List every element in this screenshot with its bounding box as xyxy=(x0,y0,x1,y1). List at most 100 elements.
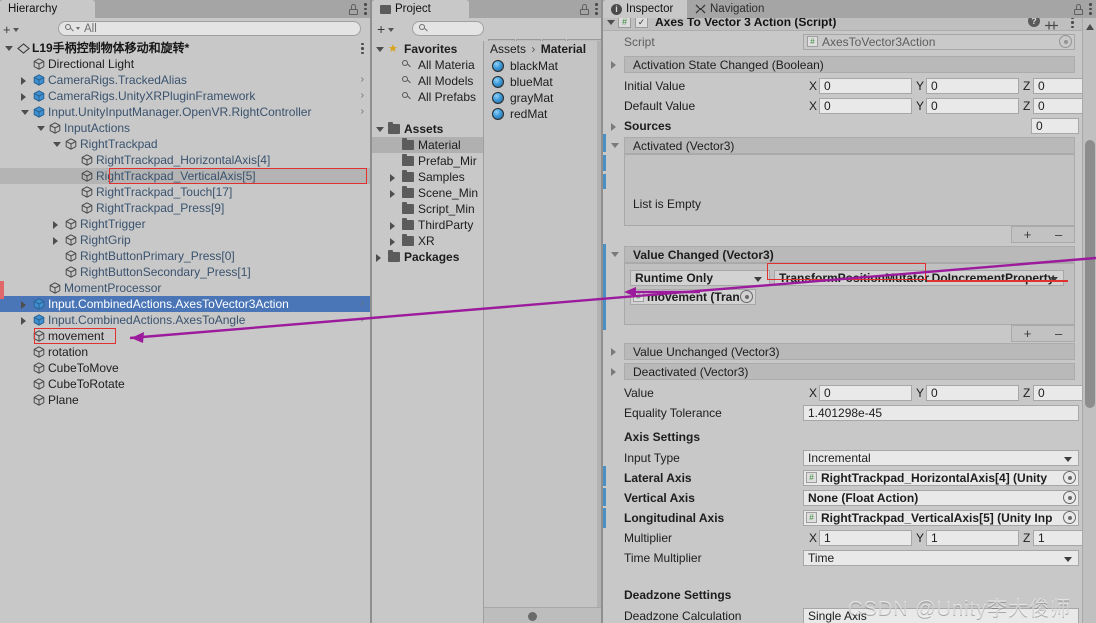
chevron-right-icon[interactable] xyxy=(611,123,616,131)
value-changed-target-field[interactable]: # movement (Tran xyxy=(630,289,756,305)
kebab-menu-icon[interactable] xyxy=(595,3,598,16)
breadcrumb-root[interactable]: Assets xyxy=(490,42,526,56)
project-tree-item-packages[interactable]: Packages xyxy=(372,249,483,265)
section-activation-state-changed[interactable]: Activation State Changed (Boolean) xyxy=(624,56,1075,73)
project-tree-item-all-models[interactable]: All Models xyxy=(372,73,483,89)
hierarchy-item-movement[interactable]: movement xyxy=(0,328,370,344)
value-changed-entry[interactable]: Runtime Only TransformPositionMutator.Do… xyxy=(624,263,1075,325)
default-value-z-input[interactable]: 0 xyxy=(1033,98,1082,114)
hierarchy-item-righttrackpad-verticalaxis-5[interactable]: RightTrackpad_VerticalAxis[5] xyxy=(0,168,370,184)
hierarchy-item-momentprocessor[interactable]: MomentProcessor xyxy=(0,280,370,296)
project-tree-item-thirdparty[interactable]: ThirdParty xyxy=(372,217,483,233)
hierarchy-item-rightgrip[interactable]: RightGrip xyxy=(0,232,370,248)
value-z-input[interactable]: 0 xyxy=(1033,385,1082,401)
default-value-y-input[interactable]: 0 xyxy=(926,98,1019,114)
hierarchy-item-righttrackpad-press-9[interactable]: RightTrackpad_Press[9] xyxy=(0,200,370,216)
section-value-changed[interactable]: Value Changed (Vector3) xyxy=(624,246,1075,263)
chevron-down-icon[interactable] xyxy=(21,110,29,115)
value-changed-add-button[interactable]: + xyxy=(1024,326,1032,341)
activated-add-button[interactable]: + xyxy=(1024,227,1032,242)
help-icon[interactable]: ? xyxy=(1028,18,1040,27)
value-changed-method-dropdown[interactable]: TransformPositionMutator.DoIncrementProp… xyxy=(774,270,1064,286)
project-tree-item-favorites[interactable]: ★ Favorites xyxy=(372,41,483,57)
asset-item-blackmat[interactable]: blackMat xyxy=(484,58,602,74)
project-tree-item-scene-min[interactable]: Scene_Min xyxy=(372,185,483,201)
tab-hierarchy[interactable]: Hierarchy xyxy=(0,0,95,18)
project-tree-item-material[interactable]: Material xyxy=(372,137,483,153)
prefab-open-chevron-icon[interactable]: › xyxy=(361,107,364,117)
lateral-axis-field[interactable]: # RightTrackpad_HorizontalAxis[4] (Unity xyxy=(803,470,1079,486)
hierarchy-item-inputactions[interactable]: InputActions xyxy=(0,120,370,136)
sources-count-input[interactable]: 0 xyxy=(1031,118,1079,134)
activated-list-box[interactable]: List is Empty xyxy=(624,154,1075,226)
sources-row[interactable]: Sources 0 xyxy=(603,116,1082,136)
initial-value-y-input[interactable]: 0 xyxy=(926,78,1019,94)
kebab-menu-icon[interactable] xyxy=(1089,3,1092,16)
project-search-input[interactable] xyxy=(412,21,484,36)
value-x-input[interactable]: 0 xyxy=(819,385,912,401)
prefab-open-chevron-icon[interactable]: › xyxy=(361,299,364,309)
project-tree-item-xr[interactable]: XR xyxy=(372,233,483,249)
equality-tolerance-input[interactable]: 1.401298e-45 xyxy=(803,405,1079,421)
value-changed-remove-button[interactable]: – xyxy=(1055,326,1062,341)
hierarchy-item-rotation[interactable]: rotation xyxy=(0,344,370,360)
hierarchy-search-input[interactable]: All xyxy=(58,21,361,36)
hierarchy-item-cubetomove[interactable]: CubeToMove xyxy=(0,360,370,376)
longitudinal-axis-field[interactable]: # RightTrackpad_VerticalAxis[5] (Unity I… xyxy=(803,510,1079,526)
project-tree-item-prefab-mir[interactable]: Prefab_Mir xyxy=(372,153,483,169)
chevron-right-icon[interactable] xyxy=(390,190,395,198)
hierarchy-item-righttrackpad-touch-17[interactable]: RightTrackpad_Touch[17] xyxy=(0,184,370,200)
object-picker-icon[interactable] xyxy=(1063,491,1076,504)
hierarchy-item-righttrackpad[interactable]: RightTrackpad xyxy=(0,136,370,152)
vertical-axis-field[interactable]: None (Float Action) xyxy=(803,490,1079,506)
activated-remove-button[interactable]: – xyxy=(1055,227,1062,242)
asset-item-redmat[interactable]: redMat xyxy=(484,106,602,122)
chevron-down-icon[interactable] xyxy=(611,252,619,257)
project-tree-item-samples[interactable]: Samples xyxy=(372,169,483,185)
value-changed-mode-dropdown[interactable]: Runtime Only xyxy=(630,270,770,286)
object-picker-icon[interactable] xyxy=(1059,35,1072,48)
chevron-right-icon[interactable] xyxy=(376,254,381,262)
project-create-button[interactable]: + xyxy=(377,22,395,36)
object-picker-icon[interactable] xyxy=(1063,511,1076,524)
scroll-up-arrow-icon[interactable] xyxy=(1085,20,1095,30)
chevron-right-icon[interactable] xyxy=(21,77,26,85)
chevron-right-icon[interactable] xyxy=(53,237,58,245)
chevron-right-icon[interactable] xyxy=(611,61,616,69)
chevron-down-icon[interactable] xyxy=(376,127,384,132)
hierarchy-item-l19[interactable]: L19手柄控制物体移动和旋转* xyxy=(0,40,370,56)
default-value-x-input[interactable]: 0 xyxy=(819,98,912,114)
inspector-scrollbar[interactable] xyxy=(1082,18,1096,623)
object-picker-icon[interactable] xyxy=(1063,471,1076,484)
scene-menu-icon[interactable] xyxy=(361,42,364,55)
hierarchy-item-input-combinedactions-axestoangle[interactable]: Input.CombinedActions.AxesToAngle › xyxy=(0,312,370,328)
multiplier-z-input[interactable]: 1 xyxy=(1033,530,1082,546)
chevron-right-icon[interactable] xyxy=(390,222,395,230)
lock-icon[interactable] xyxy=(349,3,358,15)
hierarchy-item-rightbuttonsecondary-press-1[interactable]: RightButtonSecondary_Press[1] xyxy=(0,264,370,280)
hierarchy-item-camerarigs-unityxrpluginframework[interactable]: CameraRigs.UnityXRPluginFramework › xyxy=(0,88,370,104)
chevron-down-icon[interactable] xyxy=(607,20,615,25)
prefab-open-chevron-icon[interactable]: › xyxy=(361,315,364,325)
hierarchy-item-input-combinedactions-axestovector3action[interactable]: Input.CombinedActions.AxesToVector3Actio… xyxy=(0,296,370,312)
section-deactivated[interactable]: Deactivated (Vector3) xyxy=(624,363,1075,380)
section-activated[interactable]: Activated (Vector3) xyxy=(624,137,1075,154)
component-enabled-checkbox[interactable]: ✓ xyxy=(635,18,648,28)
hierarchy-item-cubetorotate[interactable]: CubeToRotate xyxy=(0,376,370,392)
input-type-dropdown[interactable]: Incremental xyxy=(803,450,1079,466)
prefab-open-chevron-icon[interactable]: › xyxy=(361,75,364,85)
time-multiplier-dropdown[interactable]: Time xyxy=(803,550,1079,566)
section-value-unchanged[interactable]: Value Unchanged (Vector3) xyxy=(624,343,1075,360)
value-y-input[interactable]: 0 xyxy=(926,385,1019,401)
chevron-down-icon[interactable] xyxy=(376,47,384,52)
chevron-right-icon[interactable] xyxy=(21,317,26,325)
project-tree-item-all-materia[interactable]: All Materia xyxy=(372,57,483,73)
lock-icon[interactable] xyxy=(580,3,589,15)
project-tree-item-assets[interactable]: Assets xyxy=(372,121,483,137)
chevron-down-icon[interactable] xyxy=(37,126,45,131)
lock-icon[interactable] xyxy=(1074,3,1083,15)
hierarchy-item-righttrackpad-horizontalaxis-4[interactable]: RightTrackpad_HorizontalAxis[4] xyxy=(0,152,370,168)
multiplier-y-input[interactable]: 1 xyxy=(926,530,1019,546)
chevron-right-icon[interactable] xyxy=(53,221,58,229)
hierarchy-tree[interactable]: L19手柄控制物体移动和旋转* Directional Light CameraRi… xyxy=(0,40,370,623)
